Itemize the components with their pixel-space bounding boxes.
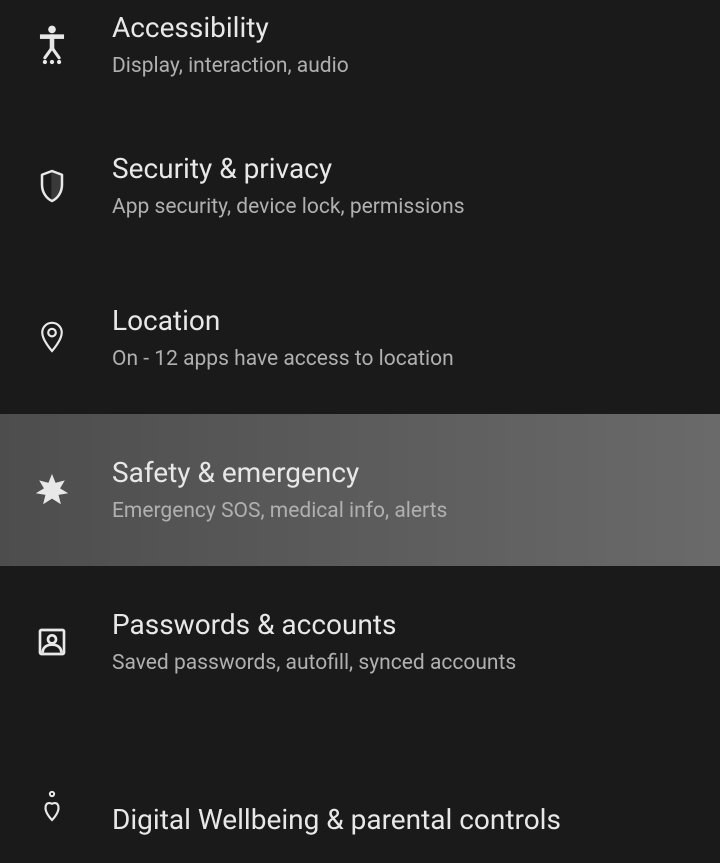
settings-item-subtitle: Display, interaction, audio xyxy=(112,53,696,80)
settings-item-subtitle: Emergency SOS, medical info, alerts xyxy=(112,498,696,525)
settings-item-title: Passwords & accounts xyxy=(112,607,696,643)
settings-item-text: Safety & emergency Emergency SOS, medica… xyxy=(112,455,696,525)
settings-item-text: Passwords & accounts Saved passwords, au… xyxy=(112,607,696,677)
settings-item-text: Location On - 12 apps have access to loc… xyxy=(112,303,696,373)
settings-list: Accessibility Display, interaction, audi… xyxy=(0,0,720,838)
settings-item-text: Security & privacy App security, device … xyxy=(112,151,696,221)
wellbeing-heart-icon xyxy=(28,789,76,825)
shield-icon xyxy=(28,168,76,204)
location-pin-icon xyxy=(28,320,76,356)
settings-item-text: Accessibility Display, interaction, audi… xyxy=(112,10,696,80)
medical-star-icon xyxy=(28,473,76,507)
settings-item-title: Digital Wellbeing & parental controls xyxy=(112,802,696,838)
settings-item-subtitle: On - 12 apps have access to location xyxy=(112,346,696,373)
settings-item-title: Security & privacy xyxy=(112,151,696,187)
settings-item-passwords[interactable]: Passwords & accounts Saved passwords, au… xyxy=(0,566,720,718)
settings-item-subtitle: App security, device lock, permissions xyxy=(112,194,696,221)
settings-item-title: Safety & emergency xyxy=(112,455,696,491)
accessibility-icon xyxy=(28,25,76,65)
settings-item-accessibility[interactable]: Accessibility Display, interaction, audi… xyxy=(0,0,720,110)
settings-item-safety[interactable]: Safety & emergency Emergency SOS, medica… xyxy=(0,414,720,566)
settings-item-security[interactable]: Security & privacy App security, device … xyxy=(0,110,720,262)
settings-item-subtitle: Saved passwords, autofill, synced accoun… xyxy=(112,650,696,677)
settings-item-title: Location xyxy=(112,303,696,339)
settings-item-wellbeing[interactable]: Digital Wellbeing & parental controls xyxy=(0,718,720,838)
settings-item-location[interactable]: Location On - 12 apps have access to loc… xyxy=(0,262,720,414)
settings-item-title: Accessibility xyxy=(112,10,696,46)
account-box-icon xyxy=(28,626,76,658)
settings-item-text: Digital Wellbeing & parental controls xyxy=(112,802,696,838)
